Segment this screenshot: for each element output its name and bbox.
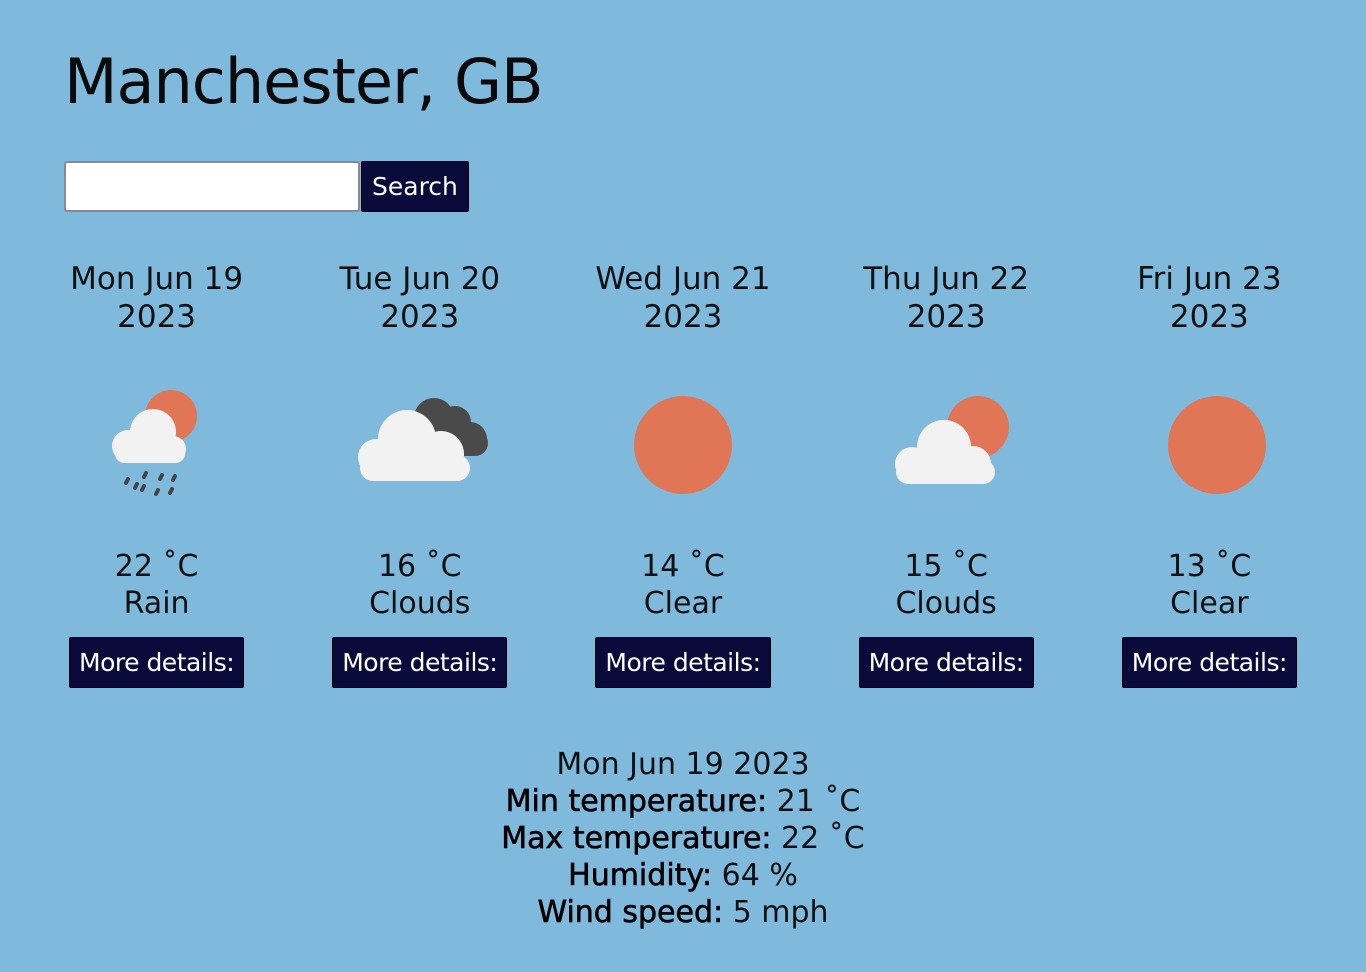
details-wind-value: 5 mph bbox=[723, 895, 829, 930]
forecast-date-line1: Tue Jun 20 bbox=[339, 261, 501, 297]
forecast-date: Thu Jun 22 2023 bbox=[846, 260, 1046, 336]
details-date: Mon Jun 19 2023 bbox=[556, 747, 810, 782]
forecast-date-line1: Thu Jun 22 bbox=[863, 261, 1030, 297]
forecast-date-line2: 2023 bbox=[906, 299, 986, 335]
details-wind-label: Wind speed: bbox=[537, 895, 724, 931]
forecast-date-line1: Wed Jun 21 bbox=[595, 261, 771, 297]
forecast-desc: Clouds bbox=[895, 586, 997, 621]
forecast-desc: Clear bbox=[1170, 586, 1249, 621]
details-wind-row: Wind speed: 5 mph bbox=[0, 894, 1366, 931]
more-details-button[interactable]: More details: bbox=[858, 637, 1034, 688]
forecast-date-line1: Fri Jun 23 bbox=[1137, 261, 1282, 297]
forecast-date: Tue Jun 20 2023 bbox=[320, 260, 520, 336]
details-min-value: 21 ˚C bbox=[767, 784, 861, 819]
details-max-value: 22 ˚C bbox=[771, 821, 865, 856]
details-humidity-value: 64 % bbox=[712, 858, 798, 893]
forecast-date-line2: 2023 bbox=[1169, 299, 1249, 335]
forecast-date-line2: 2023 bbox=[380, 299, 460, 335]
weather-page: Manchester, GB Search Mon Jun 19 2023 22… bbox=[0, 0, 1366, 972]
sun-icon bbox=[613, 384, 753, 504]
forecast-temp: 15 ˚C bbox=[904, 549, 988, 584]
forecast-date-line1: Mon Jun 19 bbox=[70, 261, 244, 297]
forecast-desc: Clear bbox=[643, 586, 723, 621]
sun-icon bbox=[1139, 384, 1279, 504]
details-max-row: Max temperature: 22 ˚C bbox=[0, 820, 1366, 857]
forecast-date-line2: 2023 bbox=[643, 299, 723, 335]
forecast-day: Thu Jun 22 2023 15 ˚C Clouds More detail… bbox=[815, 260, 1078, 688]
details-max-label: Max temperature: bbox=[501, 821, 772, 857]
details-min-row: Min temperature: 21 ˚C bbox=[0, 783, 1366, 820]
forecast-desc: Clouds bbox=[369, 586, 471, 621]
more-details-button[interactable]: More details: bbox=[1121, 637, 1297, 688]
forecast-temp: 13 ˚C bbox=[1167, 549, 1252, 584]
more-details-button[interactable]: More details: bbox=[595, 637, 771, 688]
city-title: Manchester, GB bbox=[64, 45, 544, 118]
details-humidity-label: Humidity: bbox=[568, 858, 713, 894]
partly-cloudy-icon bbox=[876, 384, 1016, 504]
search-input[interactable] bbox=[64, 161, 360, 212]
forecast-temp: 22 ˚C bbox=[114, 549, 199, 584]
forecast-date: Wed Jun 21 2023 bbox=[583, 260, 783, 336]
rain-sun-icon bbox=[87, 384, 227, 504]
search-bar: Search bbox=[64, 161, 469, 212]
forecast-day: Wed Jun 21 2023 14 ˚C Clear More details… bbox=[551, 260, 814, 688]
forecast-date-line2: 2023 bbox=[117, 299, 197, 335]
forecast-list: Mon Jun 19 2023 22 ˚C Rain More details:… bbox=[25, 260, 1341, 688]
forecast-desc: Rain bbox=[123, 586, 190, 621]
forecast-day: Fri Jun 23 2023 13 ˚C Clear More details… bbox=[1078, 260, 1341, 688]
forecast-date: Mon Jun 19 2023 bbox=[57, 260, 257, 336]
clouds-icon bbox=[350, 384, 490, 504]
forecast-temp: 14 ˚C bbox=[641, 549, 725, 584]
details-humidity-row: Humidity: 64 % bbox=[0, 857, 1366, 894]
forecast-day: Mon Jun 19 2023 22 ˚C Rain More details: bbox=[25, 260, 288, 688]
details-min-label: Min temperature: bbox=[505, 784, 768, 820]
forecast-temp: 16 ˚C bbox=[377, 549, 462, 584]
forecast-day: Tue Jun 20 2023 16 ˚C Clouds More detail… bbox=[288, 260, 551, 688]
details-panel: Mon Jun 19 2023 Min temperature: 21 ˚C M… bbox=[0, 746, 1366, 931]
forecast-date: Fri Jun 23 2023 bbox=[1109, 260, 1309, 336]
search-button[interactable]: Search bbox=[361, 161, 469, 212]
more-details-button[interactable]: More details: bbox=[332, 637, 508, 688]
more-details-button[interactable]: More details: bbox=[69, 637, 245, 688]
